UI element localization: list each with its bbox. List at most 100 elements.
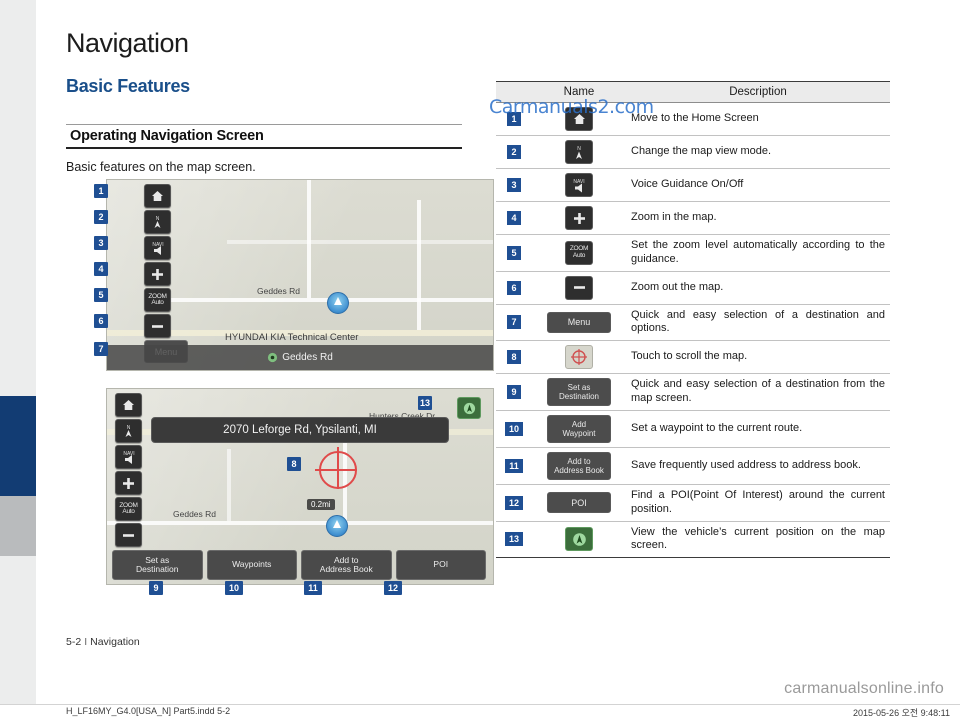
set-as-destination-button[interactable]: Set as Destination — [112, 550, 203, 580]
table-row: 9 Set as Destination Quick and easy selec… — [496, 373, 890, 411]
auto-zoom-label: ZOOM Auto — [119, 501, 138, 515]
table-row: 5 ZOOM Auto Set the zoom level automatica… — [496, 234, 890, 272]
zoom-out-icon — [565, 275, 593, 300]
section-title: Basic Features — [66, 76, 190, 96]
navi-voice-icon: NAVI — [565, 173, 593, 197]
svg-text:N: N — [127, 425, 131, 431]
add-to-address-book-label: Add to Address Book — [554, 456, 604, 475]
edge-bar-light-bottom — [0, 556, 36, 704]
table-row: 2 N Change the map view mode. — [496, 135, 890, 169]
callout-badge-11: 11 — [304, 581, 322, 595]
callout-badge-2: 2 — [94, 210, 108, 224]
row-badge-5: 5 — [507, 245, 521, 260]
compass-north-icon[interactable]: N — [144, 210, 171, 234]
row-badge-6: 6 — [507, 280, 521, 295]
row-description-13: View the vehicle’s current position on t… — [626, 521, 890, 558]
table-row: 10 Add Waypoint Set a waypoint to the cur… — [496, 410, 890, 448]
row-badge-2: 2 — [507, 145, 521, 159]
add-waypoint-label: Add Waypoint — [562, 419, 596, 438]
menu-button-icon: Menu — [547, 311, 611, 333]
page-footer-chapter: Navigation — [90, 636, 140, 648]
row-badge-10: 10 — [505, 422, 523, 436]
row-description-3: Voice Guidance On/Off — [626, 168, 890, 202]
map2-bottom-button-row: Set as Destination Waypoints Add to Addres… — [112, 550, 486, 580]
edge-bar-light-top — [0, 0, 36, 396]
poi-button[interactable]: POI — [395, 550, 486, 580]
row-description-1: Move to the Home Screen — [626, 102, 890, 136]
table-row: 13 View the vehicle’s current position o… — [496, 521, 890, 558]
callout-badge-12: 12 — [384, 581, 402, 595]
current-position-marker — [326, 515, 348, 537]
street-label: Geddes Rd — [257, 286, 300, 296]
callout-badge-4: 4 — [94, 262, 108, 276]
watermark-top: Carmanuals2.com — [489, 96, 654, 118]
row-description-2: Change the map view mode. — [626, 135, 890, 169]
current-position-marker — [327, 292, 349, 314]
rule-bottom — [66, 147, 462, 149]
scroll-cursor-icon[interactable] — [315, 447, 357, 489]
callout-badge-3: 3 — [94, 236, 108, 250]
home-icon[interactable] — [115, 393, 142, 417]
row-badge-13: 13 — [505, 532, 523, 547]
distance-chip: 0.2mi — [307, 499, 335, 510]
row-description-9: Quick and easy selection of a destinatio… — [626, 373, 890, 411]
street-label-bottom: Geddes Rd — [173, 509, 216, 519]
waypoints-label: Waypoints — [232, 559, 272, 570]
page-footer-separator: I — [84, 636, 88, 648]
poi-label: POI — [433, 559, 449, 570]
table-row: 4 Zoom in the map. — [496, 201, 890, 235]
callout-badge-7: 7 — [94, 342, 108, 356]
table-row: 7 Menu Quick and easy selection of a des… — [496, 304, 890, 341]
waypoints-button[interactable]: Waypoints — [206, 550, 297, 580]
svg-text:NAVI: NAVI — [152, 242, 163, 248]
footer-divider — [0, 704, 960, 705]
edge-bar-blue — [0, 396, 36, 496]
row-description-5: Set the zoom level automatically accordi… — [626, 234, 890, 272]
table-row: 12 POI Find a POI(Point Of Interest) aro… — [496, 484, 890, 522]
description-table: Name Description 1 Move to the Home Scre… — [496, 81, 890, 558]
callout-badge-9: 9 — [149, 581, 163, 595]
scroll-cursor-icon — [565, 345, 593, 369]
row-badge-3: 3 — [507, 178, 521, 192]
callout-badge-13: 13 — [418, 396, 432, 410]
navi-voice-icon[interactable]: NAVI — [144, 236, 171, 260]
callout-badge-5: 5 — [94, 288, 108, 302]
auto-zoom-icon[interactable]: ZOOM Auto — [115, 497, 142, 521]
watermark-bottom: carmanualsonline.info — [784, 680, 944, 697]
row-badge-8: 8 — [507, 350, 521, 364]
poi-label: HYUNDAI KIA Technical Center — [225, 332, 359, 343]
svg-text:N: N — [577, 146, 581, 152]
add-to-address-book-button[interactable]: Add to Address Book — [301, 550, 392, 580]
zoom-in-icon[interactable] — [144, 262, 171, 286]
current-position-icon[interactable] — [457, 397, 481, 419]
row-badge-9: 9 — [507, 385, 521, 399]
add-to-address-book-icon: Add to Address Book — [547, 452, 611, 480]
auto-zoom-icon[interactable]: ZOOM Auto — [144, 288, 171, 312]
road-line — [307, 180, 311, 298]
svg-text:NAVI: NAVI — [123, 451, 134, 457]
svg-text:NAVI: NAVI — [573, 179, 584, 185]
poi-icon: POI — [547, 492, 611, 514]
road-line — [107, 521, 493, 525]
callout-badge-10: 10 — [225, 581, 243, 595]
pin-icon — [268, 352, 278, 363]
table-row: 11 Add to Address Book Save frequently us… — [496, 447, 890, 485]
row-badge-4: 4 — [507, 211, 521, 225]
set-as-destination-label: Set as Destination — [558, 382, 600, 401]
home-icon[interactable] — [144, 184, 171, 208]
compass-north-icon: N — [565, 140, 593, 164]
zoom-in-icon[interactable] — [115, 471, 142, 495]
road-line — [227, 240, 493, 244]
zoom-out-icon[interactable] — [115, 523, 142, 547]
page-number: 5-2 — [66, 636, 82, 648]
road-line — [417, 200, 421, 330]
row-badge-11: 11 — [505, 459, 523, 473]
svg-text:N: N — [156, 216, 160, 222]
map-screenshot-1: Geddes Rd HYUNDAI KIA Technical Center N… — [106, 179, 494, 371]
navi-voice-icon[interactable]: NAVI — [115, 445, 142, 469]
zoom-in-icon — [565, 206, 593, 230]
zoom-out-icon[interactable] — [144, 314, 171, 338]
auto-zoom-label: ZOOM Auto — [148, 292, 167, 306]
compass-north-icon[interactable]: N — [115, 419, 142, 443]
col-header-description: Description — [626, 81, 890, 103]
